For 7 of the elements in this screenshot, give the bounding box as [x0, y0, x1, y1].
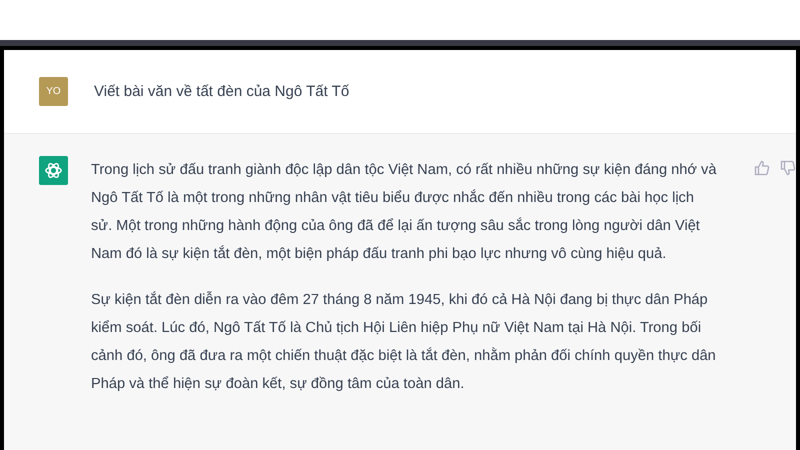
assistant-logo-icon — [39, 156, 68, 185]
thumbs-up-icon[interactable] — [754, 160, 770, 176]
thumbs-down-icon[interactable] — [780, 160, 796, 176]
user-message: Viết bài văn về tất đèn của Ngô Tất Tố — [94, 83, 350, 100]
response-paragraph: Trong lịch sử đấu tranh giành độc lập dân tộc Việt Nam, có rất nhiều những sự kiện đáng nhớ và Ngô Tất Tố là một trong những nhân vật tiêu biểu được nhắc đến nhiều trong các bài học lịch sử. Một trong những hành động của ông đã để lại ấn tượng sâu sắc trong lòng người dân Việt Nam đó là sự kiện tắt đèn, một biện pháp đấu tranh phi bạo lực nhưng vô cùng hiệu quả. — [91, 161, 717, 264]
response-paragraph: Sự kiện tắt đèn diễn ra vào đêm 27 tháng 8 năm 1945, khi đó cả Hà Nội đang bị thực dân Pháp kiểm soát. Lúc đó, Ngô Tất Tố là Chủ tịch Hội Liên hiệp Phụ nữ Việt Nam tại Hà Nội. Trong bối cảnh đó, ông đã đưa ra một chiến thuật đặc biệt là tắt đèn, nhằm phản đối chính quyền thực dân Pháp và thể hiện sự đoàn kết, sự đồng tâm của toàn dân. — [91, 290, 717, 394]
user-avatar: YO — [39, 77, 68, 106]
